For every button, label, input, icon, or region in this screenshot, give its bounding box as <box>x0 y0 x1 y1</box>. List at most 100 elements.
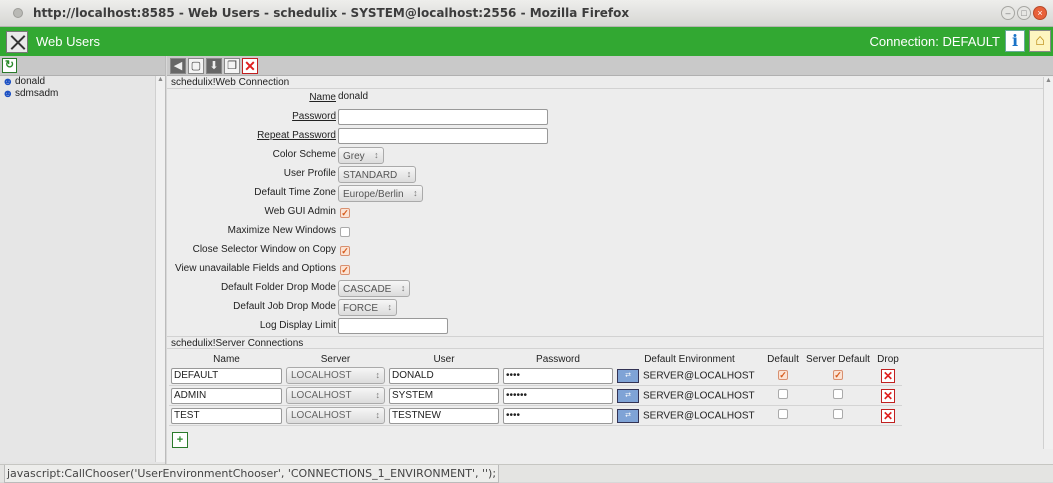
web-gui-admin-label: Web GUI Admin <box>264 206 336 217</box>
new-icon[interactable]: ▢ <box>188 58 204 74</box>
column-header: Server <box>320 354 351 365</box>
table-row: TEST LOCALHOST TESTNEW •••• ⇄ SERVER@LOCA… <box>169 405 902 426</box>
row-user-profile: User Profile STANDARD <box>167 165 1053 184</box>
connection-label: Connection: DEFAULT <box>869 34 1000 49</box>
row-log-limit: Log Display Limit <box>167 317 1053 336</box>
detail-toolbar: ◀ ▢ ⬇ ❐ ✕ <box>167 56 1053 76</box>
home-icon[interactable]: ⌂ <box>1029 30 1051 52</box>
scroll-up-icon[interactable]: ▲ <box>156 76 165 86</box>
add-connection-icon[interactable]: + <box>172 432 188 448</box>
user-icon: ☻ <box>2 75 14 88</box>
row-close-selector: Close Selector Window on Copy ✓ <box>167 241 1053 260</box>
row-color-scheme: Color Scheme Grey <box>167 146 1053 165</box>
table-header-row: Name Server User Password Default Enviro… <box>169 353 902 366</box>
connection-user-input[interactable]: DONALD <box>389 367 499 384</box>
connection-user-input[interactable]: TESTNEW <box>389 407 499 424</box>
default-checkbox[interactable]: ✓ <box>778 370 788 380</box>
folder-drop-select[interactable]: CASCADE <box>338 280 411 297</box>
user-item-donald[interactable]: ☻ donald <box>0 76 165 88</box>
log-limit-field[interactable] <box>338 318 448 334</box>
user-list-panel: ↻ ☻ donald ☻ sdmsadm ▲ <box>0 56 166 464</box>
connection-name-input[interactable]: ADMIN <box>171 387 282 404</box>
section-server-connections: schedulix!Server Connections <box>167 336 1053 349</box>
user-list-scrollbar[interactable]: ▲ <box>155 76 165 462</box>
row-folder-drop: Default Folder Drop Mode CASCADE <box>167 279 1053 298</box>
user-detail-panel: ◀ ▢ ⬇ ❐ ✕ schedulix!Web Connection Name … <box>167 56 1053 464</box>
connection-user-input[interactable]: SYSTEM <box>389 387 499 404</box>
column-header: User <box>433 354 455 365</box>
back-icon[interactable]: ◀ <box>170 58 186 74</box>
maximize-checkbox[interactable] <box>340 227 350 237</box>
connection-environment: SERVER@LOCALHOST <box>643 370 755 382</box>
user-icon: ☻ <box>2 87 14 100</box>
user-item-sdmsadm[interactable]: ☻ sdmsadm <box>0 88 165 100</box>
window-menu-icon[interactable] <box>13 8 23 18</box>
connection-name-input[interactable]: DEFAULT <box>171 367 282 384</box>
job-drop-label: Default Job Drop Mode <box>233 301 336 312</box>
web-gui-admin-checkbox[interactable]: ✓ <box>340 208 350 218</box>
close-selector-checkbox[interactable]: ✓ <box>340 246 350 256</box>
maximize-label: Maximize New Windows <box>227 225 336 236</box>
refresh-icon[interactable]: ↻ <box>2 58 17 73</box>
view-unavailable-checkbox[interactable]: ✓ <box>340 265 350 275</box>
connection-password-input[interactable]: •••••• <box>503 387 613 404</box>
row-maximize: Maximize New Windows <box>167 222 1053 241</box>
connection-server-select[interactable]: LOCALHOST <box>286 387 385 404</box>
connection-name-input[interactable]: TEST <box>171 407 282 424</box>
default-checkbox[interactable] <box>778 409 788 419</box>
server-connections-table: Name Server User Password Default Enviro… <box>169 353 902 426</box>
connection-server-select[interactable]: LOCALHOST <box>286 367 385 384</box>
connection-environment: SERVER@LOCALHOST <box>643 410 755 422</box>
user-list-toolbar: ↻ <box>0 56 165 76</box>
window-title: http://localhost:8585 - Web Users - sche… <box>33 6 630 20</box>
color-scheme-label: Color Scheme <box>272 149 336 160</box>
connection-password-input[interactable]: •••• <box>503 367 613 384</box>
repeat-password-label: Repeat Password <box>257 130 336 141</box>
column-header: Password <box>536 354 580 365</box>
environment-chooser-icon[interactable]: ⇄ <box>617 388 639 403</box>
row-password: Password <box>167 108 1053 127</box>
close-icon[interactable]: × <box>1033 6 1047 20</box>
app-title: Web Users <box>36 34 101 49</box>
drop-connection-icon[interactable]: ✕ <box>881 408 895 423</box>
row-web-gui-admin: Web GUI Admin ✓ <box>167 203 1053 222</box>
server-default-checkbox[interactable]: ✓ <box>833 370 843 380</box>
drop-connection-icon[interactable]: ✕ <box>881 368 895 383</box>
scroll-up-icon[interactable]: ▲ <box>1044 77 1053 87</box>
window-titlebar: http://localhost:8585 - Web Users - sche… <box>0 0 1053 27</box>
connection-password-input[interactable]: •••• <box>503 407 613 424</box>
default-checkbox[interactable] <box>778 389 788 399</box>
user-profile-label: User Profile <box>283 168 336 179</box>
user-list: ☻ donald ☻ sdmsadm ▲ <box>0 76 165 462</box>
table-row: DEFAULT LOCALHOST DONALD •••• ⇄ SERVER@LO… <box>169 366 902 386</box>
user-item-label: sdmsadm <box>15 88 59 99</box>
maximize-icon[interactable]: □ <box>1017 6 1031 20</box>
environment-chooser-icon[interactable]: ⇄ <box>617 408 639 423</box>
job-drop-select[interactable]: FORCE <box>338 299 397 316</box>
connection-server-select[interactable]: LOCALHOST <box>286 407 385 424</box>
password-field[interactable] <box>338 109 548 125</box>
row-name: Name donald <box>167 89 1053 108</box>
row-job-drop: Default Job Drop Mode FORCE <box>167 298 1053 317</box>
copy-icon[interactable]: ❐ <box>224 58 240 74</box>
user-item-label: donald <box>15 76 46 87</box>
row-view-unavailable: View unavailable Fields and Options ✓ <box>167 260 1053 279</box>
server-default-checkbox[interactable] <box>833 389 843 399</box>
save-icon[interactable]: ⬇ <box>206 58 222 74</box>
user-profile-select[interactable]: STANDARD <box>338 166 417 183</box>
minimize-icon[interactable]: – <box>1001 6 1015 20</box>
row-repeat-password: Repeat Password <box>167 127 1053 146</box>
drop-connection-icon[interactable]: ✕ <box>881 388 895 403</box>
detail-scrollbar[interactable]: ▲ <box>1043 77 1053 449</box>
time-zone-select[interactable]: Europe/Berlin <box>338 185 423 202</box>
color-scheme-select[interactable]: Grey <box>338 147 384 164</box>
column-header: Server Default <box>806 354 870 365</box>
repeat-password-field[interactable] <box>338 128 548 144</box>
row-time-zone: Default Time Zone Europe/Berlin <box>167 184 1053 203</box>
info-icon[interactable]: i <box>1005 30 1025 52</box>
environment-chooser-icon[interactable]: ⇄ <box>617 368 639 383</box>
server-default-checkbox[interactable] <box>833 409 843 419</box>
drop-icon[interactable]: ✕ <box>242 58 258 74</box>
name-label: Name <box>309 92 336 103</box>
schedulix-logo-icon <box>6 30 28 53</box>
